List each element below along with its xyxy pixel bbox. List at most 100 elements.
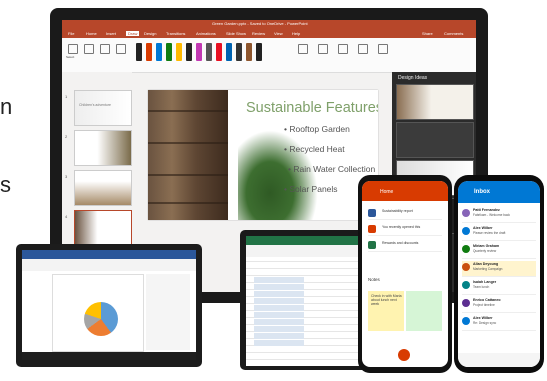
pen-gray-icon[interactable]: [206, 43, 212, 61]
tab-file[interactable]: File: [68, 31, 74, 36]
mail-item[interactable]: Alex Wilber Please review the draft: [462, 225, 536, 241]
sticky-note-green[interactable]: [406, 291, 442, 331]
mail-subject: Team lunch: [473, 285, 490, 289]
mail-sender: Allan Deyoung: [473, 262, 499, 266]
mail-item[interactable]: Enrico Cattaneo Project timeline: [462, 297, 536, 313]
add-pen-icon[interactable]: [298, 44, 308, 54]
pen-black2-icon[interactable]: [186, 43, 192, 61]
word-pie-chart: [84, 302, 118, 336]
thumb-number: 1: [65, 94, 68, 99]
ppt-window-title: Green Garden.pptx - Saved to OneDrive - …: [212, 21, 308, 26]
slide-canvas[interactable]: Sustainable Features Rooftop Garden Recy…: [148, 90, 378, 220]
avatar: [462, 263, 470, 271]
pen-brown-icon[interactable]: [246, 43, 252, 61]
lasso-icon[interactable]: [100, 44, 110, 54]
windows-taskbar: [22, 352, 196, 360]
pen-green-icon[interactable]: [166, 43, 172, 61]
office-mobile-title: Home: [380, 189, 394, 195]
mail-subject: Marketing Campaign: [473, 267, 503, 271]
mail-item[interactable]: Miriam Graham Quarterly review: [462, 243, 536, 259]
mail-subject: Re: Design sync: [473, 321, 497, 325]
select-icon[interactable]: [68, 44, 78, 54]
avatar: [462, 281, 470, 289]
mail-subject: Please review the draft: [473, 231, 506, 235]
slide-bullet-2[interactable]: Recycled Heat: [284, 144, 344, 154]
tab-insert[interactable]: Insert: [106, 31, 116, 36]
tab-design[interactable]: Design: [144, 31, 156, 36]
pen-purple-icon[interactable]: [196, 43, 202, 61]
slide-door-photo: [148, 90, 228, 220]
office-mobile-app: Home Sustainability report You recently …: [362, 181, 448, 367]
create-plus-button[interactable]: [398, 349, 410, 361]
slide-bullet-1[interactable]: Rooftop Garden: [284, 124, 349, 134]
pen-blue-icon[interactable]: [156, 43, 162, 61]
office-mobile-header: Home: [362, 181, 448, 201]
ink-to-shape-icon[interactable]: [338, 44, 348, 54]
recent-item[interactable]: Sustainability report: [368, 207, 442, 220]
avatar: [462, 245, 470, 253]
tab-review[interactable]: Review: [252, 31, 265, 36]
edge-letter-s: s: [0, 172, 11, 197]
pen-dark-icon[interactable]: [236, 43, 242, 61]
mail-sender: Miriam Graham: [473, 244, 500, 248]
tab-draw[interactable]: Draw: [126, 31, 140, 36]
word-title-bar: [22, 250, 196, 259]
mail-sender: Isaiah Langer: [473, 280, 497, 284]
tab-help[interactable]: Help: [292, 31, 300, 36]
mail-item[interactable]: Patti Fernandez Fabrikam - Welcome back: [462, 207, 536, 223]
avatar: [462, 209, 470, 217]
mail-subject: Quarterly review: [473, 249, 497, 253]
recent-item[interactable]: Rewards and discounts: [368, 239, 442, 252]
replay-icon[interactable]: [378, 44, 388, 54]
mail-subject: Fabrikam - Welcome back: [473, 213, 510, 217]
slide-heading[interactable]: Sustainable Features: [246, 100, 378, 116]
avatar: [462, 317, 470, 325]
excel-file-icon: [368, 241, 376, 249]
thumbnail-slide-3[interactable]: [74, 170, 132, 206]
mail-sender: Patti Fernandez: [473, 208, 500, 212]
thumb-number: 4: [65, 214, 68, 219]
tab-transitions[interactable]: Transitions: [166, 31, 185, 36]
pen-red-icon[interactable]: [146, 43, 152, 61]
tab-animations[interactable]: Animations: [196, 31, 216, 36]
mail-item[interactable]: Alex Wilber Re: Design sync: [462, 315, 536, 331]
thumbnail-slide-4[interactable]: [74, 210, 132, 246]
mail-sender: Alex Wilber: [473, 316, 493, 320]
tab-home[interactable]: Home: [86, 31, 97, 36]
share-button[interactable]: Share: [422, 31, 433, 36]
comments-button[interactable]: Comments: [444, 31, 463, 36]
pen-navy-icon[interactable]: [226, 43, 232, 61]
ink-to-math-icon[interactable]: [358, 44, 368, 54]
excel-table: [254, 276, 304, 346]
eraser-icon[interactable]: [116, 44, 126, 54]
thumbnail-slide-2[interactable]: [74, 130, 132, 166]
pen-yellow-icon[interactable]: [176, 43, 182, 61]
slide-bullet-3[interactable]: Rain Water Collection: [288, 164, 375, 174]
pen-extra-icon[interactable]: [256, 43, 262, 61]
ruler-icon[interactable]: [318, 44, 328, 54]
thumb-number: 2: [65, 134, 68, 139]
tab-view[interactable]: View: [274, 31, 283, 36]
mail-item[interactable]: Isaiah Langer Team lunch: [462, 279, 536, 295]
word-file-icon: [368, 209, 376, 217]
design-ideas-title: Design Ideas: [398, 75, 428, 81]
pen-crimson-icon[interactable]: [216, 43, 222, 61]
design-idea-1[interactable]: [396, 84, 474, 120]
recent-item-label: You recently opened this: [382, 225, 421, 229]
design-idea-2[interactable]: [396, 122, 474, 158]
slide-bullet-4[interactable]: Solar Panels: [284, 184, 337, 194]
mail-sender: Enrico Cattaneo: [473, 298, 501, 302]
recent-item[interactable]: You recently opened this: [368, 223, 442, 236]
mail-item[interactable]: Allan Deyoung Marketing Campaign: [462, 261, 536, 277]
outlook-header: Inbox: [458, 181, 540, 203]
tab-slide-show[interactable]: Slide Show: [226, 31, 246, 36]
draw-touch-icon[interactable]: [84, 44, 94, 54]
word-window: [22, 250, 196, 360]
thumbnail-slide-1[interactable]: Children's adventure: [74, 90, 132, 126]
outlook-inbox-title: Inbox: [474, 189, 490, 195]
mail-sender: Alex Wilber: [473, 226, 493, 230]
outlook-mobile-app: Inbox Patti Fernandez Fabrikam - Welcome…: [458, 181, 540, 367]
pen-black-icon[interactable]: [136, 43, 142, 61]
ppt-ribbon-tabs: File Home Insert Draw Design Transitions…: [62, 30, 476, 38]
ppt-ribbon: Select: [62, 38, 476, 73]
